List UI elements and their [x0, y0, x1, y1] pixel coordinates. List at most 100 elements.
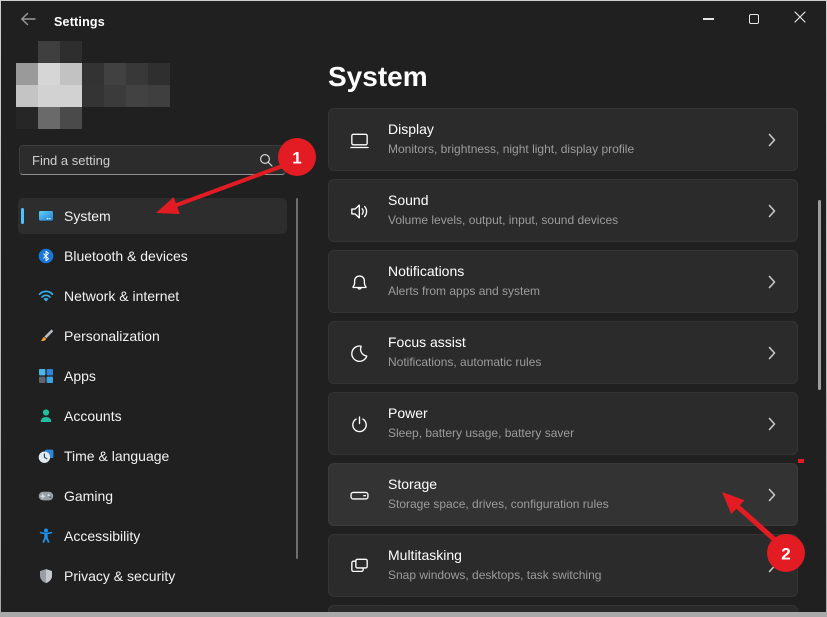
- sidebar-item-gaming[interactable]: Gaming: [18, 478, 287, 514]
- partial-next-card: [328, 605, 798, 612]
- close-icon: [794, 10, 806, 28]
- avatar-pixel: [104, 63, 126, 85]
- sidebar-item-accounts[interactable]: Accounts: [18, 398, 287, 434]
- search-input[interactable]: [20, 153, 259, 168]
- sidebar-item-apps[interactable]: Apps: [18, 358, 287, 394]
- settings-card-notifications[interactable]: Notifications Alerts from apps and syste…: [328, 250, 798, 313]
- avatar-pixel: [104, 85, 126, 107]
- chevron-right-icon: [768, 204, 776, 223]
- chevron-right-icon: [768, 346, 776, 365]
- system-icon: [38, 208, 54, 224]
- maximize-icon: [749, 14, 759, 24]
- sidebar-item-network[interactable]: Network & internet: [18, 278, 287, 314]
- avatar-pixel: [60, 107, 82, 129]
- search-box: [19, 145, 286, 175]
- minimize-button[interactable]: [685, 1, 731, 37]
- red-corner-mark: [798, 459, 804, 463]
- avatar-pixel: [82, 85, 104, 107]
- card-title: Multitasking: [388, 547, 462, 563]
- sound-icon: [348, 200, 371, 223]
- accessibility-icon: [38, 528, 54, 544]
- main-scrollbar[interactable]: [818, 200, 821, 390]
- avatar: [16, 41, 170, 129]
- card-title: Sound: [388, 192, 428, 208]
- chevron-right-icon: [768, 559, 776, 578]
- sidebar-item-accessibility[interactable]: Accessibility: [18, 518, 287, 554]
- focus-assist-icon: [348, 342, 371, 365]
- accounts-icon: [38, 408, 54, 424]
- time-language-icon: [38, 448, 54, 464]
- notifications-icon: [348, 271, 371, 294]
- avatar-pixel: [38, 107, 60, 129]
- avatar-pixel: [60, 85, 82, 107]
- back-arrow-icon: [20, 12, 36, 31]
- maximize-button[interactable]: [731, 1, 777, 37]
- card-title: Power: [388, 405, 428, 421]
- window-title: Settings: [54, 15, 105, 29]
- storage-icon: [348, 484, 371, 507]
- multitasking-icon: [348, 555, 371, 578]
- avatar-pixel: [38, 41, 60, 63]
- card-title: Focus assist: [388, 334, 466, 350]
- avatar-pixel: [38, 85, 60, 107]
- selected-accent-bar: [21, 208, 24, 224]
- page-title: System: [328, 61, 428, 93]
- sidebar-item-label: System: [64, 198, 111, 234]
- personalization-icon: [38, 328, 54, 344]
- close-button[interactable]: [777, 1, 823, 37]
- avatar-pixel: [38, 63, 60, 85]
- settings-window: Settings Syst: [1, 1, 826, 612]
- avatar-pixel: [16, 63, 38, 85]
- card-subtitle: Snap windows, desktops, task switching: [388, 568, 601, 582]
- sidebar-item-personalization[interactable]: Personalization: [18, 318, 287, 354]
- sidebar-item-label: Network & internet: [64, 278, 179, 314]
- settings-card-focus-assist[interactable]: Focus assist Notifications, automatic ru…: [328, 321, 798, 384]
- apps-icon: [38, 368, 54, 384]
- sidebar-item-label: Time & language: [64, 438, 169, 474]
- chevron-right-icon: [768, 417, 776, 436]
- avatar-pixel: [16, 85, 38, 107]
- sidebar-item-label: Accounts: [64, 398, 122, 434]
- sidebar-item-bluetooth[interactable]: Bluetooth & devices: [18, 238, 287, 274]
- network-icon: [38, 288, 54, 304]
- sidebar-scrollbar[interactable]: [296, 198, 298, 559]
- avatar-pixel: [126, 63, 148, 85]
- minimize-icon: [703, 18, 714, 20]
- privacy-security-icon: [38, 568, 54, 584]
- settings-card-sound[interactable]: Sound Volume levels, output, input, soun…: [328, 179, 798, 242]
- settings-card-storage[interactable]: Storage Storage space, drives, configura…: [328, 463, 798, 526]
- avatar-pixel: [82, 63, 104, 85]
- sidebar-item-label: Gaming: [64, 478, 113, 514]
- card-subtitle: Sleep, battery usage, battery saver: [388, 426, 574, 440]
- card-subtitle: Volume levels, output, input, sound devi…: [388, 213, 618, 227]
- titlebar: Settings: [1, 1, 826, 41]
- display-icon: [348, 129, 371, 152]
- avatar-pixel: [126, 85, 148, 107]
- avatar-pixel: [60, 63, 82, 85]
- avatar-pixel: [60, 41, 82, 63]
- card-subtitle: Alerts from apps and system: [388, 284, 540, 298]
- screenshot-root: Settings Syst: [0, 0, 827, 617]
- sidebar-item-label: Apps: [64, 358, 96, 394]
- card-title: Notifications: [388, 263, 464, 279]
- power-icon: [348, 413, 371, 436]
- settings-card-power[interactable]: Power Sleep, battery usage, battery save…: [328, 392, 798, 455]
- settings-card-multitasking[interactable]: Multitasking Snap windows, desktops, tas…: [328, 534, 798, 597]
- avatar-pixel: [16, 107, 38, 129]
- gaming-icon: [38, 488, 54, 504]
- chevron-right-icon: [768, 133, 776, 152]
- back-button[interactable]: [12, 7, 44, 35]
- sidebar-item-label: Personalization: [64, 318, 160, 354]
- sidebar-item-time-language[interactable]: Time & language: [18, 438, 287, 474]
- card-subtitle: Storage space, drives, configuration rul…: [388, 497, 609, 511]
- settings-card-display[interactable]: Display Monitors, brightness, night ligh…: [328, 108, 798, 171]
- card-subtitle: Monitors, brightness, night light, displ…: [388, 142, 634, 156]
- sidebar-item-label: Privacy & security: [64, 558, 175, 594]
- main-panel: System Display Monitors, brightness, nig…: [311, 41, 826, 612]
- sidebar-item-privacy-security[interactable]: Privacy & security: [18, 558, 287, 594]
- sidebar: System Bluetooth & devices Network & int…: [1, 41, 311, 612]
- card-subtitle: Notifications, automatic rules: [388, 355, 541, 369]
- sidebar-item-label: Bluetooth & devices: [64, 238, 188, 274]
- search-icon: [259, 153, 273, 167]
- sidebar-item-system[interactable]: System: [18, 198, 287, 234]
